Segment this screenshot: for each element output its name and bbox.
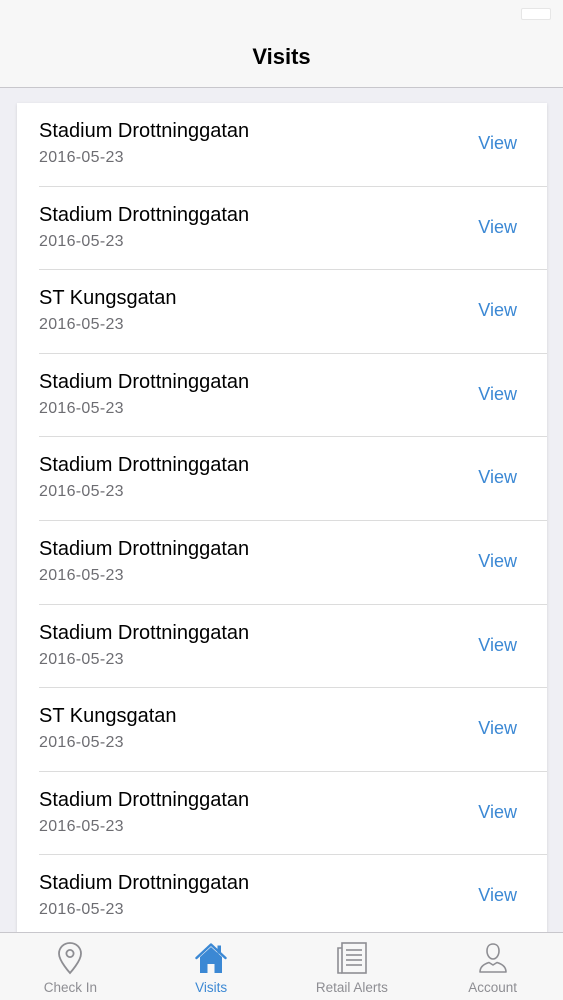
list-item[interactable]: ST Kungsgatan 2016-05-23 View <box>39 688 547 772</box>
view-button[interactable]: View <box>478 217 517 238</box>
home-icon <box>195 943 227 973</box>
list-item[interactable]: Stadium Drottninggatan 2016-05-23 View <box>39 855 547 933</box>
visits-list: Stadium Drottninggatan 2016-05-23 View S… <box>17 103 547 933</box>
status-bar <box>0 0 563 28</box>
visit-store-name: Stadium Drottninggatan <box>39 120 250 142</box>
list-item[interactable]: Stadium Drottninggatan 2016-05-23 View <box>39 187 547 271</box>
tab-retail-alerts[interactable]: Retail Alerts <box>282 933 423 1000</box>
list-item[interactable]: Stadium Drottninggatan 2016-05-23 View <box>39 437 547 521</box>
visit-date: 2016-05-23 <box>39 149 124 166</box>
view-button[interactable]: View <box>478 718 517 739</box>
visit-store-name: Stadium Drottninggatan <box>39 203 250 226</box>
visit-store-name: Stadium Drottninggatan <box>39 621 250 644</box>
document-list-icon <box>337 942 367 974</box>
view-button[interactable]: View <box>478 300 517 321</box>
tab-label: Account <box>468 980 518 995</box>
view-button[interactable]: View <box>478 467 517 488</box>
list-item[interactable]: Stadium Drottninggatan 2016-05-23 View <box>39 354 547 438</box>
visit-date: 2016-05-23 <box>39 316 124 334</box>
view-button[interactable]: View <box>478 802 517 823</box>
battery-icon <box>521 8 551 20</box>
view-button[interactable]: View <box>478 635 517 656</box>
tab-label: Retail Alerts <box>315 980 388 995</box>
visit-store-name: Stadium Drottninggatan <box>39 454 250 477</box>
view-button[interactable]: View <box>478 551 517 572</box>
location-pin-icon <box>58 942 83 975</box>
visit-store-name: ST Kungsgatan <box>39 705 177 728</box>
visit-store-name: Stadium Drottninggatan <box>39 370 250 393</box>
navigation-bar: Visits <box>0 28 563 88</box>
visit-store-name: Stadium Drottninggatan <box>39 788 250 811</box>
person-icon <box>478 943 507 973</box>
list-item[interactable]: Stadium Drottninggatan 2016-05-23 View <box>39 521 547 605</box>
page-title: Visits <box>252 44 311 69</box>
visit-date: 2016-05-23 <box>39 901 124 919</box>
tab-account[interactable]: Account <box>422 933 563 1000</box>
view-button[interactable]: View <box>478 384 517 405</box>
tab-visits[interactable]: Visits <box>141 933 282 1000</box>
visit-date: 2016-05-23 <box>39 734 124 752</box>
visit-date: 2016-05-23 <box>39 399 124 417</box>
visit-store-name: ST Kungsgatan <box>39 287 177 310</box>
visit-date: 2016-05-23 <box>39 232 124 250</box>
tab-label: Check In <box>43 980 98 995</box>
visit-date: 2016-05-23 <box>39 483 124 501</box>
tab-check-in[interactable]: Check In <box>0 933 141 1000</box>
visit-store-name: Stadium Drottninggatan <box>39 872 250 895</box>
tab-label: Visits <box>195 980 228 995</box>
view-button[interactable]: View <box>478 885 517 906</box>
visit-date: 2016-05-23 <box>39 566 124 584</box>
visit-store-name: Stadium Drottninggatan <box>39 537 250 560</box>
visit-date: 2016-05-23 <box>39 650 124 668</box>
visit-date: 2016-05-23 <box>39 817 124 835</box>
list-item[interactable]: ST Kungsgatan 2016-05-23 View <box>39 270 547 354</box>
list-item[interactable]: Stadium Drottninggatan 2016-05-23 View <box>39 103 547 187</box>
list-item[interactable]: Stadium Drottninggatan 2016-05-23 View <box>39 772 547 856</box>
view-button[interactable]: View <box>478 133 517 154</box>
list-item[interactable]: Stadium Drottninggatan 2016-05-23 View <box>39 605 547 689</box>
tab-bar: Check In Visits Retail Alerts Account <box>0 932 563 1000</box>
